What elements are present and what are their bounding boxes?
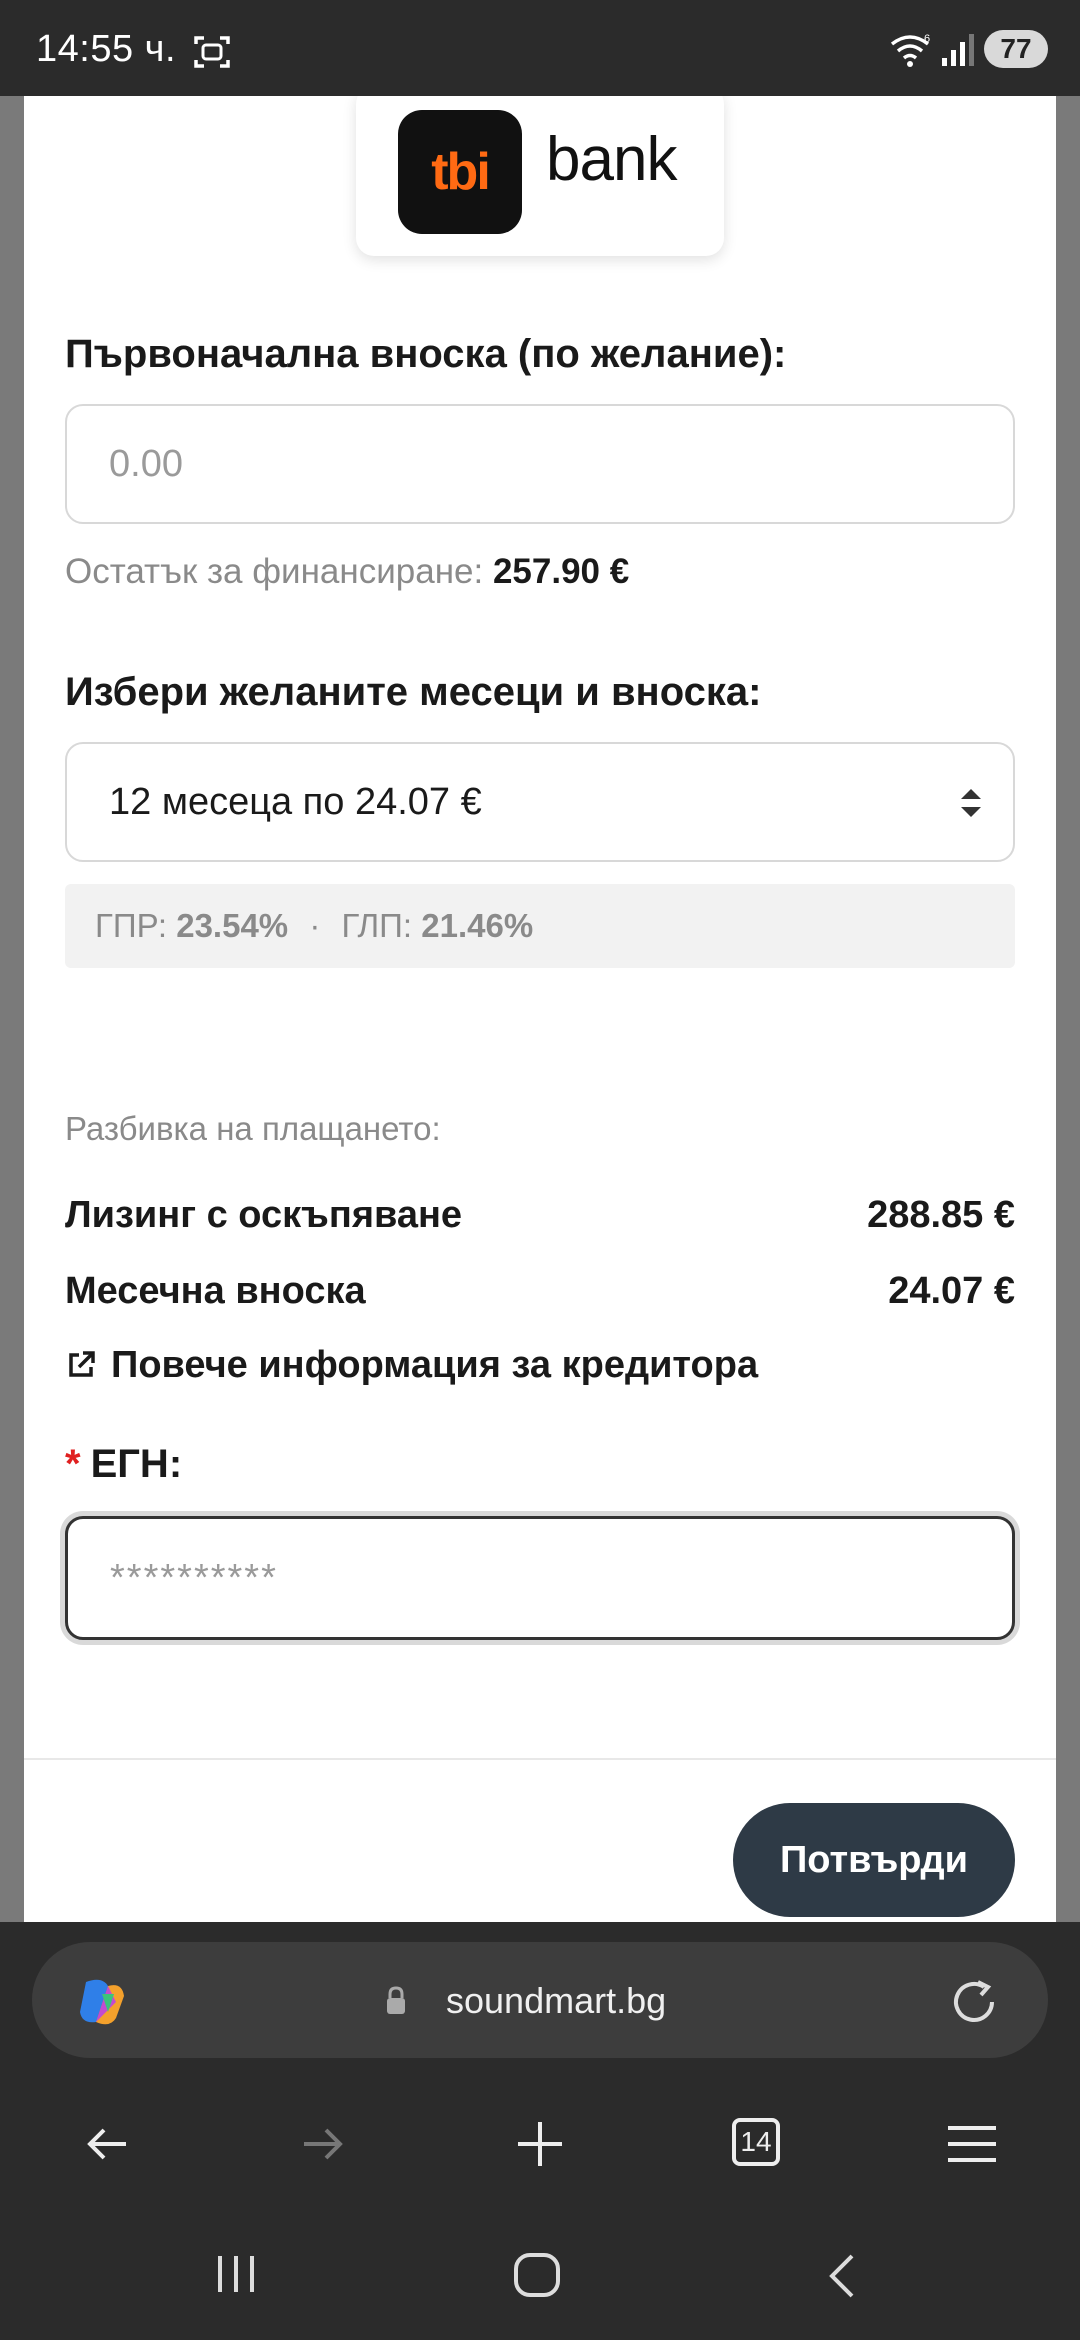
select-arrows-icon xyxy=(961,789,981,817)
screenshot-icon xyxy=(194,36,230,68)
months-label: Избери желаните месеци и вноска: xyxy=(65,670,762,714)
battery-indicator: 77 xyxy=(984,30,1048,68)
egn-label: * ЕГН: xyxy=(65,1442,182,1487)
gpr-value: 23.54% xyxy=(176,907,289,944)
new-tab-icon[interactable] xyxy=(514,2118,566,2170)
external-link-icon xyxy=(69,1351,95,1377)
creditor-info-link[interactable]: Повече информация за кредитора xyxy=(65,1344,758,1387)
rates-separator: · xyxy=(309,907,321,944)
breakdown-title: Разбивка на плащането: xyxy=(65,1110,441,1147)
logo-word: bank xyxy=(546,125,677,194)
back-arrow-icon[interactable] xyxy=(82,2118,134,2170)
forward-arrow-icon[interactable] xyxy=(296,2118,348,2170)
breakdown-row-value: 288.85 € xyxy=(867,1194,1015,1236)
down-payment-label: Първоначална вноска (по желание): xyxy=(65,332,787,376)
months-select[interactable]: 12 месеца по 24.07 € xyxy=(65,742,1015,862)
required-mark: * xyxy=(65,1442,81,1486)
home-icon[interactable] xyxy=(512,2252,562,2298)
breakdown-row-label: Месечна вноска xyxy=(65,1270,366,1312)
down-payment-input[interactable]: 0.00 xyxy=(65,404,1015,524)
egn-input[interactable]: ********** xyxy=(65,1516,1015,1640)
menu-icon[interactable] xyxy=(946,2118,998,2170)
lock-icon xyxy=(387,1986,405,2014)
months-selected: 12 месеца по 24.07 € xyxy=(109,781,482,823)
creditor-link-text: Повече информация за кредитора xyxy=(111,1344,759,1386)
svg-text:6: 6 xyxy=(924,33,930,45)
confirm-button[interactable]: Потвърди xyxy=(733,1803,1015,1917)
gpr-label: ГПР: xyxy=(95,907,168,944)
tbi-bank-logo: tbi bank xyxy=(356,96,724,256)
recent-apps-icon[interactable] xyxy=(214,2252,258,2296)
breakdown-row-label: Лизинг с оскъпяване xyxy=(65,1194,463,1236)
glp-value: 21.46% xyxy=(421,907,534,944)
logo-mark: tbi xyxy=(398,110,522,234)
remaining-label: Остатък за финансиране: xyxy=(65,552,484,591)
glp-label: ГЛП: xyxy=(341,907,413,944)
status-bar: 14:55 ч. 6 77 xyxy=(0,0,1080,96)
url-text[interactable]: soundmart.bg xyxy=(446,1980,666,2022)
remaining-line: Остатък за финансиране: 257.90 € xyxy=(65,552,629,592)
system-back-icon[interactable] xyxy=(824,2252,858,2300)
egn-label-text: ЕГН: xyxy=(90,1442,183,1486)
rates-box: ГПР: 23.54% · ГЛП: 21.46% xyxy=(65,884,1015,968)
tabs-button[interactable]: 14 xyxy=(732,2118,780,2166)
reload-icon[interactable] xyxy=(948,1976,1000,2028)
breakdown-row: Лизинг с оскъпяване 288.85 € xyxy=(65,1194,1015,1237)
footer-divider xyxy=(24,1758,1056,1760)
status-time: 14:55 ч. xyxy=(36,28,177,70)
signal-icon xyxy=(942,34,974,66)
financing-modal: tbi bank Първоначална вноска (по желание… xyxy=(24,96,1056,1922)
breakdown-row-value: 24.07 € xyxy=(888,1270,1015,1312)
wifi-icon: 6 xyxy=(890,33,930,67)
breakdown-row: Месечна вноска 24.07 € xyxy=(65,1270,1015,1313)
remaining-value: 257.90 € xyxy=(492,552,630,591)
copilot-icon[interactable] xyxy=(72,1972,132,2032)
